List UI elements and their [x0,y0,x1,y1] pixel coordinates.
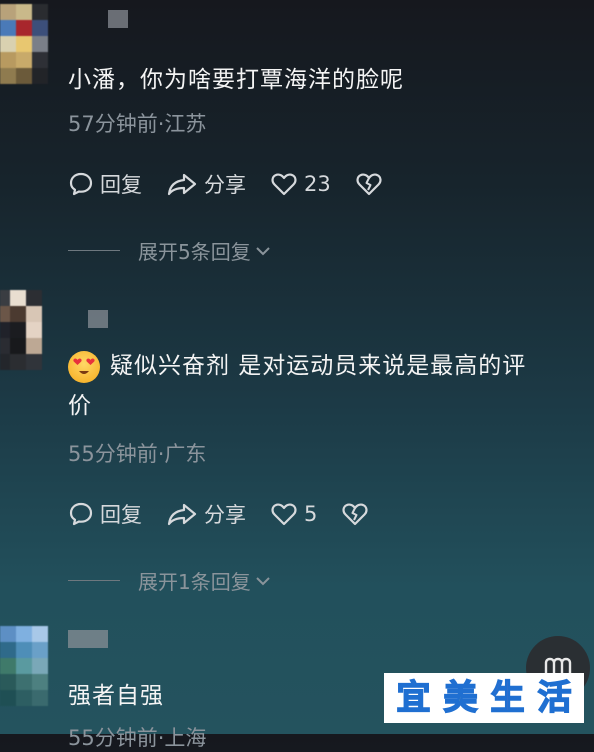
username-redacted[interactable] [68,630,108,648]
chevron-down-icon [256,246,270,255]
comment-text-line1: 疑似兴奋剂 是对运动员来说是最高的评 [110,353,527,379]
speech-bubble-icon [69,172,93,196]
like-button[interactable]: 23 [270,171,331,197]
heart-icon [271,503,297,526]
username-redacted[interactable] [88,310,108,328]
share-button[interactable]: 分享 [166,499,246,529]
dislike-button[interactable] [341,501,369,527]
watermark-char: 美 [443,677,479,719]
comment-text: 强者自强 [68,683,164,709]
watermark-char: 宜 [396,677,432,719]
speech-bubble-icon [69,502,93,526]
share-label: 分享 [204,173,246,197]
avatar[interactable] [0,626,48,710]
comment-meta: 55分钟前·上海 [68,726,207,750]
avatar[interactable] [0,4,48,88]
expand-replies-button[interactable]: 展开5条回复 [68,236,271,265]
divider-line [68,250,120,251]
comment-actions: 回复 分享 23 [68,169,407,199]
like-count: 5 [304,502,318,526]
heart-eyes-emoji-icon [68,350,100,383]
watermark-char: 生 [490,677,526,719]
comment-actions: 回复 分享 5 [68,499,393,529]
expand-replies-label: 展开1条回复 [138,570,251,594]
share-arrow-icon [167,173,197,196]
comment-text: 疑似兴奋剂 是对运动员来说是最高的评 价 [68,346,578,426]
divider-line [68,580,120,581]
expand-replies-button[interactable]: 展开1条回复 [68,566,271,595]
share-arrow-icon [167,503,197,526]
reply-label: 回复 [100,503,142,527]
broken-heart-icon [356,173,382,196]
reply-button[interactable]: 回复 [68,499,142,529]
reply-button[interactable]: 回复 [68,169,142,199]
heart-icon [271,173,297,196]
avatar[interactable] [0,290,48,374]
comment-meta: 57分钟前·江苏 [68,112,207,136]
share-button[interactable]: 分享 [166,169,246,199]
comment-text: 小潘，你为啥要打覃海洋的脸呢 [68,67,404,93]
comment-text-line2: 价 [68,393,92,419]
watermark-char: 活 [537,677,573,719]
dislike-button[interactable] [355,171,383,197]
reply-label: 回复 [100,173,142,197]
comment-meta: 55分钟前·广东 [68,442,207,466]
like-button[interactable]: 5 [270,501,317,527]
username-redacted[interactable] [108,10,128,28]
expand-replies-label: 展开5条回复 [138,240,251,264]
share-label: 分享 [204,503,246,527]
watermark-logo: 宜 美 生 活 [384,673,584,723]
like-count: 23 [304,172,331,196]
broken-heart-icon [342,503,368,526]
chevron-down-icon [256,576,270,585]
